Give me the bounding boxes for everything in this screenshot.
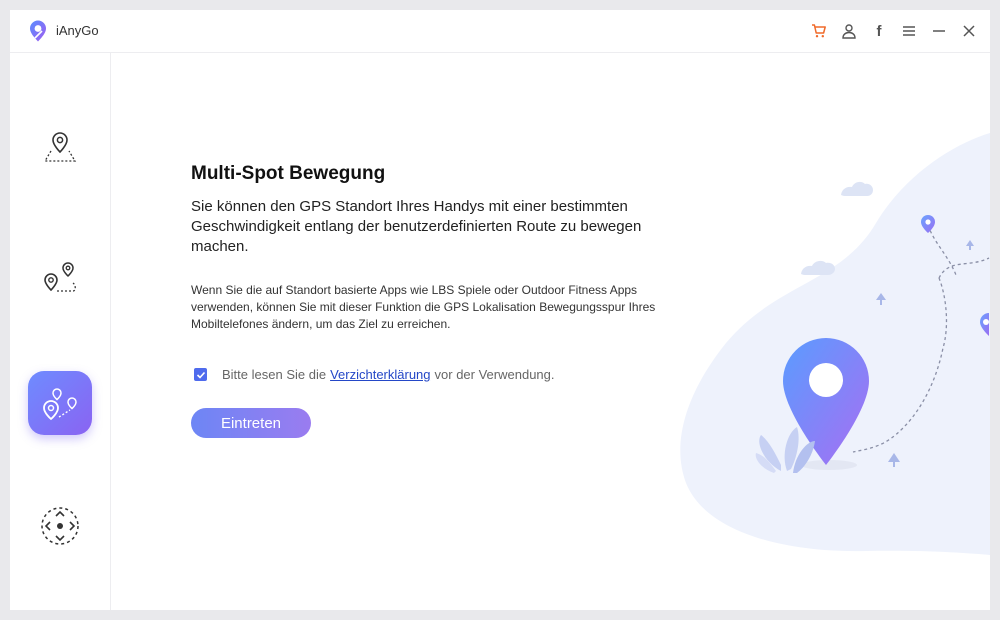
joystick-icon [41, 507, 79, 545]
title-bar: iAnyGo f [10, 10, 990, 53]
disclaimer-link[interactable]: Verzichterklärung [330, 367, 430, 382]
main-panel: Multi-Spot Bewegung Sie können den GPS S… [111, 53, 990, 610]
location-pin-map-icon [43, 132, 77, 162]
minimize-button[interactable] [924, 19, 954, 43]
cart-icon [812, 24, 826, 38]
menu-button[interactable] [894, 19, 924, 43]
enter-button[interactable]: Eintreten [191, 408, 311, 438]
checkmark-icon [196, 371, 205, 379]
menu-icon [903, 26, 915, 36]
multi-spot-route-icon [43, 388, 77, 421]
account-button[interactable] [834, 19, 864, 43]
disclaimer-agreement: Bitte lesen Sie die Verzichterklärung vo… [194, 367, 555, 382]
user-icon [842, 24, 856, 39]
disclaimer-suffix: vor der Verwendung. [434, 367, 555, 382]
route-map-illustration [680, 133, 990, 555]
feature-subtitle: Sie können den GPS Standort Ihres Handys… [191, 198, 642, 255]
feature-description: Wenn Sie die auf Standort basierte Apps … [191, 283, 656, 331]
sidebar-item-joystick[interactable] [28, 494, 92, 558]
sidebar-item-single-spot[interactable] [28, 247, 92, 311]
facebook-icon: f [876, 22, 882, 40]
close-icon [963, 25, 975, 37]
app-logo-icon [30, 20, 46, 42]
disclaimer-prefix: Bitte lesen Sie die [222, 367, 327, 382]
sidebar [10, 53, 111, 610]
close-button[interactable] [954, 19, 984, 43]
minimize-icon [933, 30, 945, 32]
two-spot-route-icon [44, 262, 76, 292]
cart-button[interactable] [804, 19, 834, 43]
app-title: iAnyGo [56, 23, 99, 38]
disclaimer-checkbox[interactable] [194, 368, 207, 381]
title-bar-controls: f [804, 19, 984, 43]
app-window: iAnyGo f Multi-Spot Bewegung Sie können … [10, 10, 990, 610]
facebook-button[interactable]: f [864, 19, 894, 43]
page-title: Multi-Spot Bewegung [191, 163, 386, 184]
sidebar-item-change-location[interactable] [28, 115, 92, 179]
sidebar-item-multi-spot[interactable] [28, 371, 92, 435]
